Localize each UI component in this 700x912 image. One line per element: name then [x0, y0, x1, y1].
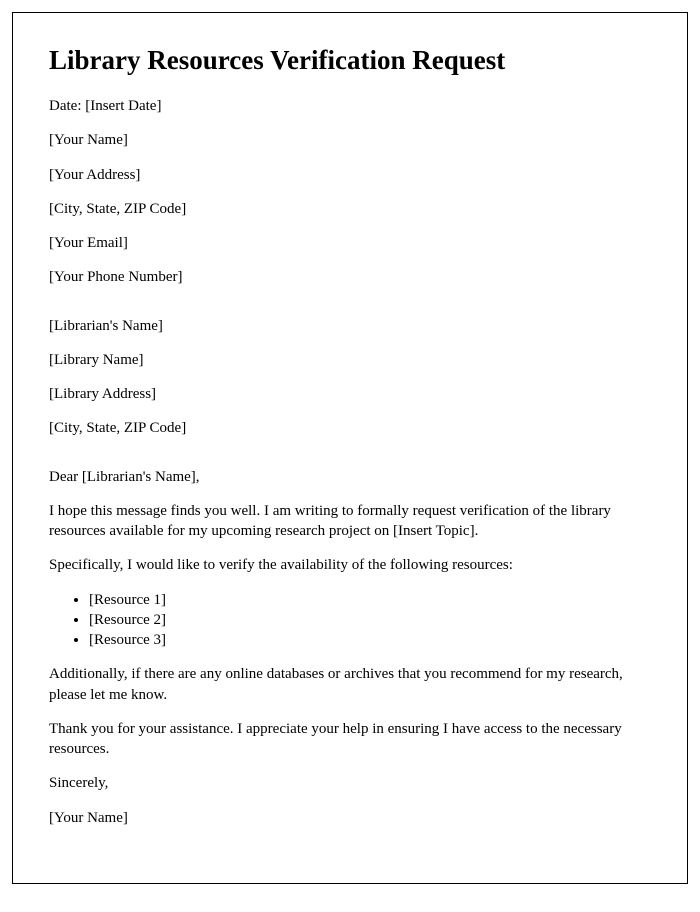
section-gap — [49, 453, 651, 467]
list-item: [Resource 1] — [89, 590, 651, 610]
body-paragraph-4: Thank you for your assistance. I appreci… — [49, 719, 651, 760]
recipient-name: [Librarian's Name] — [49, 316, 651, 336]
list-item: [Resource 3] — [89, 630, 651, 650]
body-paragraph-2: Specifically, I would like to verify the… — [49, 555, 651, 575]
list-item: [Resource 2] — [89, 610, 651, 630]
page-title: Library Resources Verification Request — [49, 45, 651, 76]
recipient-address: [Library Address] — [49, 384, 651, 404]
sender-city: [City, State, ZIP Code] — [49, 199, 651, 219]
salutation: Dear [Librarian's Name], — [49, 467, 651, 487]
section-gap — [49, 302, 651, 316]
sender-date: Date: [Insert Date] — [49, 96, 651, 116]
body-paragraph-3: Additionally, if there are any online da… — [49, 664, 651, 705]
sender-email: [Your Email] — [49, 233, 651, 253]
recipient-library: [Library Name] — [49, 350, 651, 370]
recipient-city: [City, State, ZIP Code] — [49, 418, 651, 438]
resource-list: [Resource 1] [Resource 2] [Resource 3] — [49, 590, 651, 651]
sender-phone: [Your Phone Number] — [49, 267, 651, 287]
sender-address: [Your Address] — [49, 165, 651, 185]
closing: Sincerely, — [49, 773, 651, 793]
sender-name: [Your Name] — [49, 130, 651, 150]
document-page: Library Resources Verification Request D… — [12, 12, 688, 884]
body-paragraph-1: I hope this message finds you well. I am… — [49, 501, 651, 542]
signature: [Your Name] — [49, 808, 651, 828]
